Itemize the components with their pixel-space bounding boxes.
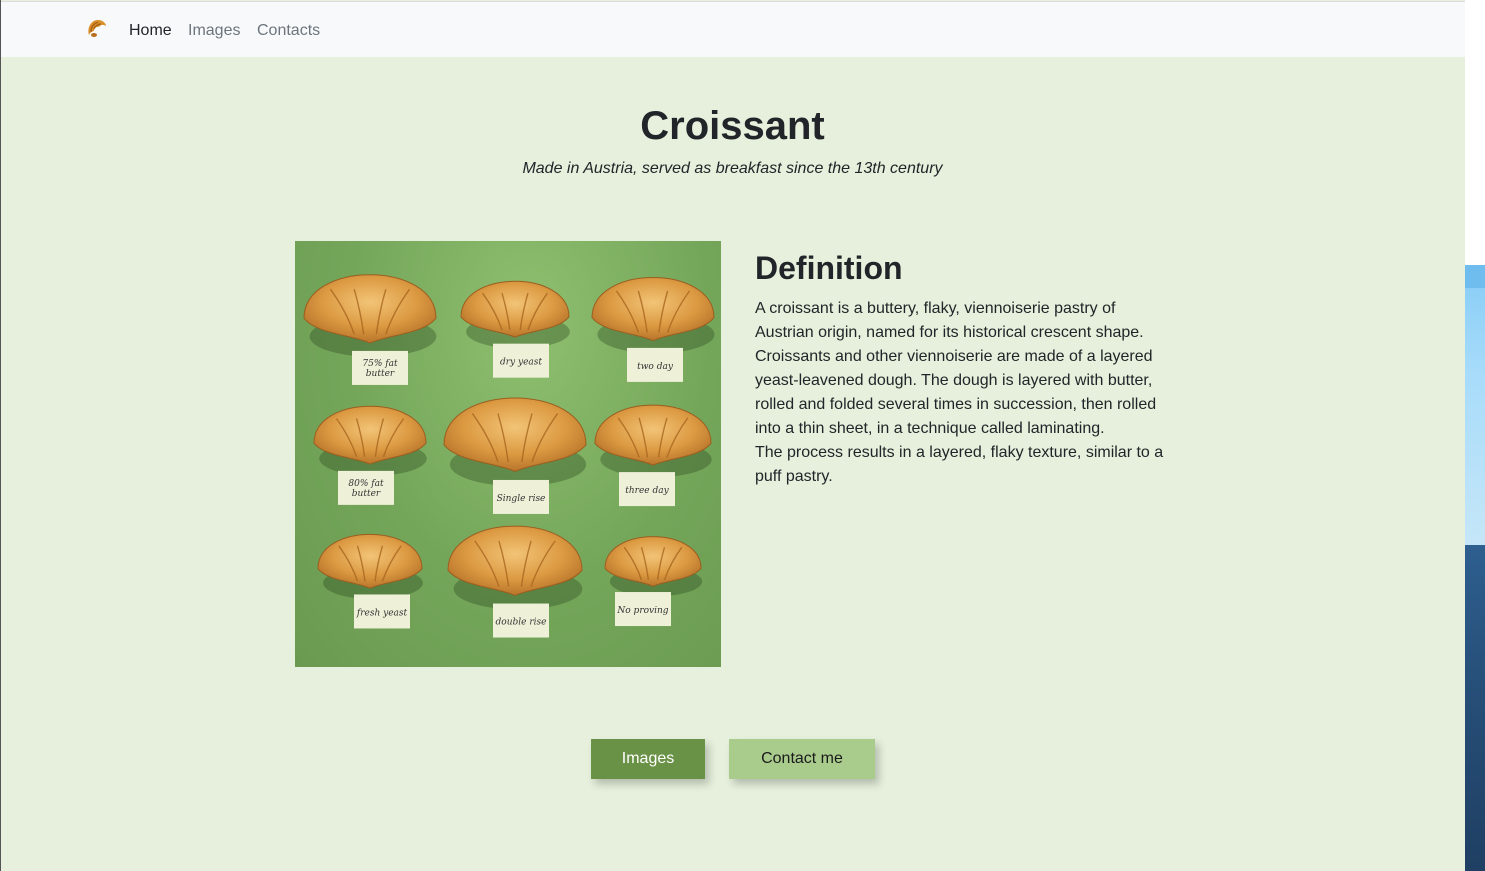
croissant-item: three day	[594, 404, 712, 507]
label-text: two day	[637, 362, 674, 372]
contact-me-button[interactable]: Contact me	[729, 739, 875, 779]
definition-paragraph-1: A croissant is a buttery, flaky, viennoi…	[755, 300, 1157, 437]
nav-link-home[interactable]: Home	[129, 21, 172, 41]
desktop-background-strip	[1465, 0, 1485, 871]
croissant-item: dry yeast	[460, 280, 570, 378]
definition-text: A croissant is a buttery, flaky, viennoi…	[755, 297, 1165, 489]
label-text: double rise	[496, 618, 547, 628]
page: Home Images Contacts Croissant Made in A…	[0, 0, 1485, 871]
croissant-item: 75% fatbutter	[303, 274, 437, 385]
desktop-sky	[1465, 265, 1485, 545]
nav-link-contacts[interactable]: Contacts	[257, 21, 320, 41]
label-text: No proving	[616, 606, 668, 616]
croissant-grid: 75% fatbutterdry yeast two day80% fatbutt…	[303, 274, 715, 638]
nav-link-images[interactable]: Images	[188, 21, 240, 41]
label-text: dry yeast	[500, 358, 542, 368]
croissant-item: two day	[591, 276, 715, 382]
croissant-item: Single rise	[443, 397, 587, 514]
label-text: 75% fat	[362, 359, 398, 369]
label-text: Single rise	[497, 494, 546, 504]
croissant-photo: 75% fat butter dry yeast two day 80% fat butt…	[295, 241, 721, 667]
croissant-icon[interactable]	[85, 17, 109, 41]
images-button[interactable]: Images	[591, 739, 705, 779]
page-subtitle: Made in Austria, served as breakfast sin…	[522, 160, 943, 177]
desktop-sky-top	[1465, 265, 1485, 288]
croissant-photo-illustration: 75% fatbutterdry yeast two day80% fatbutt…	[303, 274, 715, 638]
definition-paragraph-2: The process results in a layered, flaky …	[755, 444, 1164, 485]
desktop-sea	[1465, 545, 1485, 871]
croissant-item: double rise	[447, 525, 583, 638]
navbar: Home Images Contacts	[1, 1, 1465, 57]
label-text: butter	[352, 489, 381, 499]
label-text: 80% fat	[348, 479, 384, 489]
label-text: three day	[625, 486, 669, 496]
croissant-item: fresh yeast	[317, 533, 423, 629]
label-text: fresh yeast	[356, 608, 408, 618]
definition-heading: Definition	[755, 250, 903, 286]
page-title: Croissant	[640, 104, 825, 148]
label-text: butter	[366, 369, 395, 379]
croissant-item: No proving	[604, 536, 703, 627]
croissant-item: 80% fatbutter	[313, 405, 427, 505]
